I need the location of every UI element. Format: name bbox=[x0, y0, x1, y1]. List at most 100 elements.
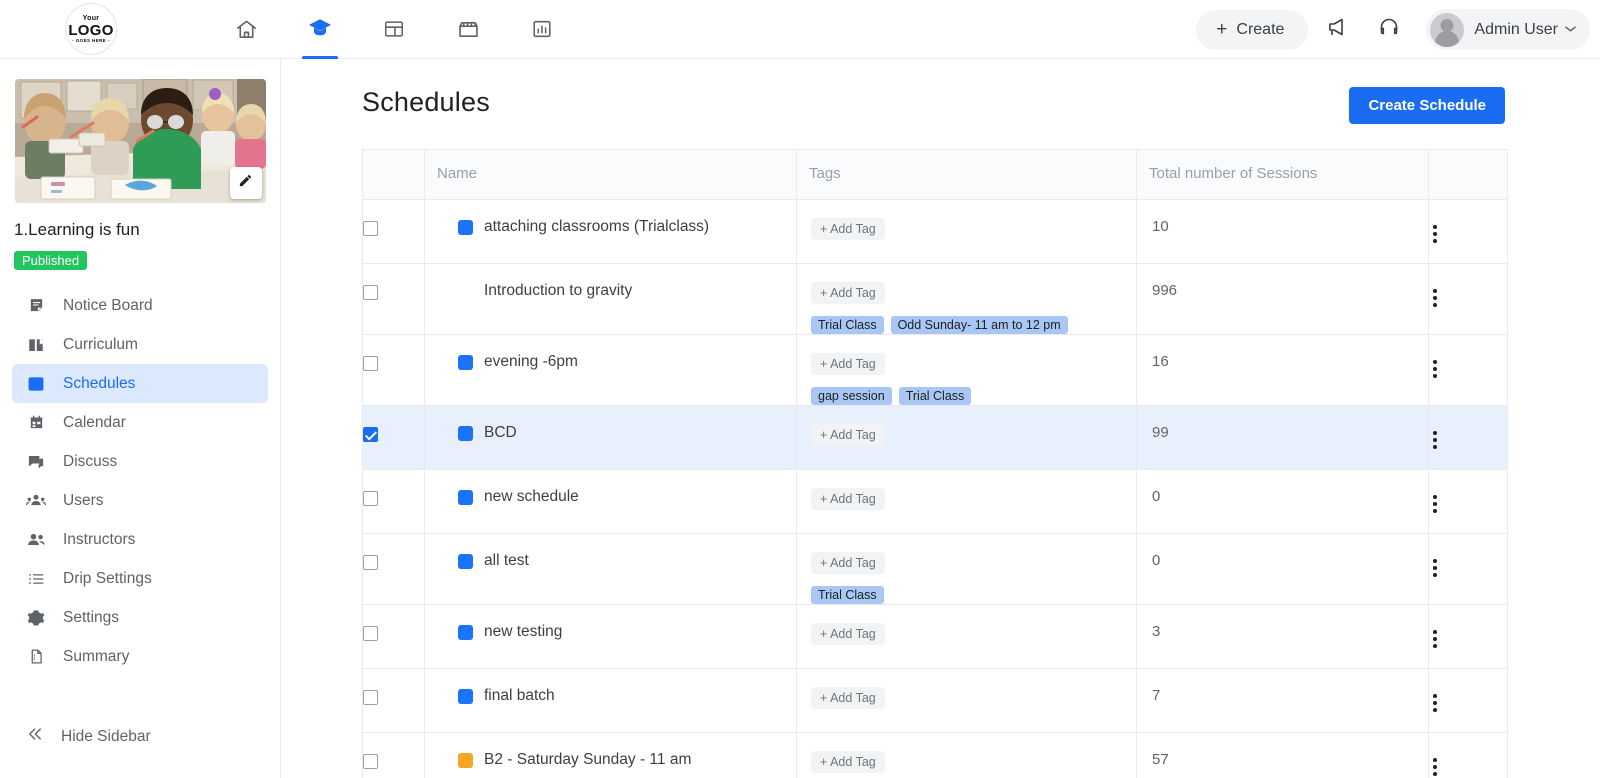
schedule-name-label[interactable]: Introduction to gravity bbox=[484, 282, 632, 300]
sidebar-item-label: Discuss bbox=[63, 452, 118, 470]
schedule-name-label[interactable]: final batch bbox=[484, 687, 555, 705]
row-select-cell bbox=[362, 604, 425, 669]
add-tag-button[interactable]: + Add Tag bbox=[811, 218, 885, 240]
sidebar-item-label: Summary bbox=[63, 647, 130, 665]
notice-board-icon bbox=[26, 297, 46, 314]
nav-dashboard[interactable] bbox=[374, 0, 414, 59]
row-checkbox[interactable] bbox=[363, 491, 378, 507]
row-menu-kebab-icon[interactable] bbox=[1429, 427, 1441, 453]
row-checkbox[interactable] bbox=[363, 356, 378, 372]
brand-logo[interactable]: Your LOGO - GOES HERE - bbox=[65, 3, 117, 55]
sidebar-item-schedules[interactable]: Schedules bbox=[12, 364, 268, 403]
create-schedule-button[interactable]: Create Schedule bbox=[1349, 87, 1505, 124]
schedule-name-label[interactable]: all test bbox=[484, 552, 529, 570]
table-row[interactable]: all test + Add Tag Trial Class 0 bbox=[362, 533, 1508, 605]
user-menu[interactable]: Admin User bbox=[1426, 9, 1590, 50]
schedule-name-label[interactable]: BCD bbox=[484, 424, 517, 442]
add-tag-button[interactable]: + Add Tag bbox=[811, 282, 885, 304]
row-menu-kebab-icon[interactable] bbox=[1429, 754, 1441, 778]
sidebar-item-notice-board[interactable]: Notice Board bbox=[12, 286, 268, 325]
document-icon bbox=[26, 648, 46, 665]
home-icon bbox=[235, 18, 258, 41]
sessions-count-cell: 996 bbox=[1136, 263, 1429, 335]
row-checkbox[interactable] bbox=[363, 221, 378, 237]
row-checkbox[interactable] bbox=[363, 555, 378, 571]
add-tag-button[interactable]: + Add Tag bbox=[811, 353, 885, 375]
table-row[interactable]: new schedule + Add Tag 0 bbox=[362, 469, 1508, 534]
nav-home[interactable] bbox=[226, 0, 266, 59]
add-tag-button[interactable]: + Add Tag bbox=[811, 488, 885, 510]
row-select-cell bbox=[362, 668, 425, 733]
row-menu-kebab-icon[interactable] bbox=[1429, 555, 1441, 581]
row-actions-cell bbox=[1428, 604, 1508, 669]
table-row[interactable]: BCD + Add Tag 99 bbox=[362, 405, 1508, 470]
schedule-name-label[interactable]: attaching classrooms (Trialclass) bbox=[484, 218, 709, 236]
add-tag-button[interactable]: + Add Tag bbox=[811, 424, 885, 446]
tags-cell: + Add Tag gap session Trial Class bbox=[796, 334, 1137, 406]
row-menu-kebab-icon[interactable] bbox=[1429, 690, 1441, 716]
table-row[interactable]: attaching classrooms (Trialclass) + Add T… bbox=[362, 199, 1508, 264]
tag-chip[interactable]: Trial Class bbox=[898, 387, 972, 405]
announcements-button[interactable] bbox=[1314, 7, 1360, 53]
nav-analytics[interactable] bbox=[522, 0, 562, 59]
schedule-name-label[interactable]: new testing bbox=[484, 623, 562, 641]
sidebar-item-label: Calendar bbox=[63, 413, 126, 431]
tag-chip[interactable]: gap session bbox=[811, 387, 892, 405]
row-checkbox[interactable] bbox=[363, 285, 378, 301]
create-button[interactable]: + Create bbox=[1196, 9, 1309, 50]
sidebar-item-calendar[interactable]: Calendar bbox=[12, 403, 268, 442]
row-select-cell bbox=[362, 533, 425, 605]
schedule-name-label[interactable]: new schedule bbox=[484, 488, 579, 506]
tags-cell: + Add Tag bbox=[796, 668, 1137, 733]
sidebar-item-curriculum[interactable]: Curriculum bbox=[12, 325, 268, 364]
add-tag-button[interactable]: + Add Tag bbox=[811, 623, 885, 645]
table-row[interactable]: new testing + Add Tag 3 bbox=[362, 604, 1508, 669]
schedule-color-swatch bbox=[458, 489, 473, 505]
sidebar-item-settings[interactable]: Settings bbox=[12, 598, 268, 637]
sidebar-item-instructors[interactable]: Instructors bbox=[12, 520, 268, 559]
tag-chip[interactable]: Odd Sunday- 11 am to 12 pm bbox=[890, 316, 1068, 334]
nav-store[interactable] bbox=[448, 0, 488, 59]
row-menu-kebab-icon[interactable] bbox=[1429, 626, 1441, 652]
schedule-name-label[interactable]: evening -6pm bbox=[484, 353, 578, 371]
add-tag-button[interactable]: + Add Tag bbox=[811, 687, 885, 709]
edit-thumbnail-button[interactable] bbox=[229, 167, 262, 199]
hide-sidebar-button[interactable]: Hide Sidebar bbox=[12, 717, 268, 756]
column-header-tags: Tags bbox=[796, 149, 1137, 200]
table-row[interactable]: B2 - Saturday Sunday - 11 am + Add Tag 57 bbox=[362, 732, 1508, 778]
sidebar-item-discuss[interactable]: Discuss bbox=[12, 442, 268, 481]
logo-text-main: LOGO bbox=[68, 21, 114, 39]
tags-cell: + Add Tag Trial Class Odd Sunday- 11 am to… bbox=[796, 263, 1137, 335]
schedule-name-label[interactable]: B2 - Saturday Sunday - 11 am bbox=[484, 751, 691, 769]
add-tag-button[interactable]: + Add Tag bbox=[811, 552, 885, 574]
chat-icon bbox=[26, 453, 46, 471]
sidebar-item-drip-settings[interactable]: Drip Settings bbox=[12, 559, 268, 598]
row-menu-kebab-icon[interactable] bbox=[1429, 356, 1441, 382]
row-select-cell bbox=[362, 263, 425, 335]
tag-chip[interactable]: Trial Class bbox=[811, 316, 884, 334]
calendar-icon bbox=[26, 414, 46, 431]
row-checkbox[interactable] bbox=[363, 427, 378, 443]
schedule-color-swatch bbox=[458, 752, 473, 768]
row-menu-kebab-icon[interactable] bbox=[1429, 285, 1441, 311]
table-row[interactable]: Introduction to gravity + Add Tag Trial Cl… bbox=[362, 263, 1508, 335]
support-button[interactable] bbox=[1366, 7, 1412, 53]
course-thumbnail[interactable] bbox=[14, 79, 266, 203]
row-menu-kebab-icon[interactable] bbox=[1429, 491, 1441, 517]
row-menu-kebab-icon[interactable] bbox=[1429, 221, 1441, 247]
table-row[interactable]: final batch + Add Tag 7 bbox=[362, 668, 1508, 733]
status-badge: Published bbox=[14, 251, 88, 270]
row-checkbox[interactable] bbox=[363, 690, 378, 706]
sessions-count-cell: 7 bbox=[1136, 668, 1429, 733]
row-actions-cell bbox=[1428, 469, 1508, 534]
add-tag-button[interactable]: + Add Tag bbox=[811, 751, 885, 773]
create-button-label: Create bbox=[1236, 20, 1285, 38]
sidebar-item-summary[interactable]: Summary bbox=[12, 637, 268, 676]
schedule-color-swatch bbox=[458, 688, 473, 704]
row-checkbox[interactable] bbox=[363, 754, 378, 770]
table-row[interactable]: evening -6pm + Add Tag gap session Trial Cl… bbox=[362, 334, 1508, 406]
tag-chip[interactable]: Trial Class bbox=[811, 586, 884, 604]
row-checkbox[interactable] bbox=[363, 626, 378, 642]
sidebar-item-users[interactable]: Users bbox=[12, 481, 268, 520]
nav-courses[interactable] bbox=[300, 0, 340, 59]
